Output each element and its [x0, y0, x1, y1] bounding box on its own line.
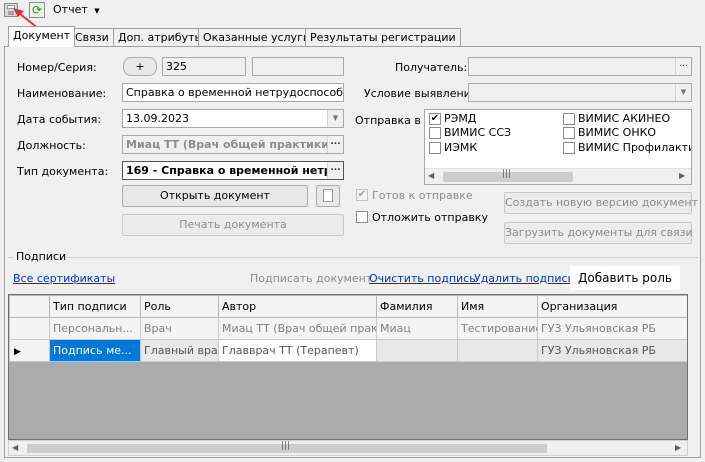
doctype-value: 169 - Справка о временной нетрудоспособн…	[126, 164, 343, 177]
chevron-down-icon[interactable]: ▼	[675, 84, 691, 101]
cell-author[interactable]: Главврач ТТ (Терапевт)	[218, 339, 377, 362]
series-field[interactable]	[252, 57, 344, 76]
row-header-corner	[9, 295, 50, 318]
send-to-label: Отправка в	[355, 114, 421, 127]
document-icon-button[interactable]	[316, 185, 340, 207]
ready-to-send-checkbox[interactable]: ✔	[356, 189, 368, 201]
column-header[interactable]: Роль	[140, 295, 219, 318]
doctype-label: Тип документа:	[17, 165, 109, 178]
checkbox-vimis-ssz[interactable]	[429, 127, 441, 139]
ellipsis-icon[interactable]: ...	[327, 162, 343, 179]
number-label: Номер/Серия:	[17, 61, 97, 74]
add-role-button[interactable]: Добавить роль	[570, 266, 680, 290]
open-document-button[interactable]: Открыть документ	[122, 185, 308, 207]
condition-label: Условие выявления:	[364, 87, 482, 100]
send-target-label: РЭМД	[444, 112, 477, 125]
cell-surname[interactable]	[376, 339, 458, 362]
checkbox-vimis-akineo[interactable]	[563, 113, 575, 125]
cell-name[interactable]: Тестирование	[457, 317, 538, 340]
column-header[interactable]: Имя	[457, 295, 538, 318]
column-header[interactable]: Автор	[218, 295, 377, 318]
position-value: Миац ТТ (Врач общей практики (семейный в…	[126, 138, 343, 151]
upload-for-link-button[interactable]: Загрузить документы для связи	[504, 222, 693, 244]
table-row[interactable]: Персональн... Врач Миац ТТ (Врач общей п…	[9, 317, 687, 340]
grid-horizontal-scrollbar[interactable]: ◀ ||| ▶	[8, 440, 688, 456]
create-new-version-button[interactable]: Создать новую версию документ	[504, 192, 698, 214]
cell-name[interactable]	[457, 339, 538, 362]
position-field[interactable]: Миац ТТ (Врач общей практики (семейный в…	[122, 135, 344, 154]
date-value: 13.09.2023	[126, 112, 189, 125]
print-document-button[interactable]: Печать документа	[122, 214, 344, 236]
cell-type[interactable]: Подпись ме...	[49, 339, 141, 362]
cell-role[interactable]: Врач	[140, 317, 219, 340]
cell-type[interactable]: Персональн...	[49, 317, 141, 340]
condition-select[interactable]: ▼	[468, 83, 692, 102]
scroll-left-icon[interactable]: ◀	[12, 443, 18, 452]
cell-surname[interactable]: Миац	[376, 317, 458, 340]
row-header[interactable]: ▶	[9, 339, 50, 362]
number-field[interactable]: 325	[162, 57, 246, 76]
current-row-icon: ▶	[14, 347, 21, 357]
all-certificates-link[interactable]: Все сертификаты	[13, 272, 115, 285]
horizontal-scrollbar[interactable]: ◀ ||| ▶	[425, 168, 691, 184]
recipient-field[interactable]: ...	[468, 57, 692, 76]
checkbox-iemk[interactable]	[429, 142, 441, 154]
grip-icon: |||	[281, 441, 291, 451]
postpone-send-checkbox[interactable]	[356, 211, 368, 223]
send-target-label: ВИМИС Профилактика	[578, 141, 691, 154]
scroll-right-icon[interactable]: ▶	[679, 171, 685, 180]
send-target-label: ВИМИС ОНКО	[578, 126, 657, 139]
signatures-grid: Тип подписи Роль Автор Фамилия Имя Орган…	[8, 294, 688, 440]
checkbox-remd[interactable]: ✔	[429, 113, 441, 125]
date-field[interactable]: 13.09.2023 ▼	[122, 109, 344, 128]
cell-org[interactable]: ГУЗ Ульяновская РБ	[537, 317, 687, 340]
checkbox-vimis-onko[interactable]	[563, 127, 575, 139]
date-label: Дата события:	[17, 113, 102, 126]
document-icon	[323, 189, 333, 202]
table-header-row: Тип подписи Роль Автор Фамилия Имя Орган…	[9, 295, 687, 318]
cell-role[interactable]: Главный врач	[140, 339, 219, 362]
column-header[interactable]: Фамилия	[376, 295, 458, 318]
ellipsis-icon[interactable]: ...	[675, 58, 691, 75]
column-header[interactable]: Тип подписи	[49, 295, 141, 318]
send-target-label: ВИМИС ССЗ	[444, 126, 512, 139]
cell-author[interactable]: Миац ТТ (Врач общей практ...	[218, 317, 377, 340]
clear-signature-link[interactable]: Очистить подпись	[369, 272, 476, 285]
position-label: Должность:	[17, 139, 86, 152]
ready-to-send-label: Готов к отправке	[372, 189, 473, 202]
doctype-field[interactable]: 169 - Справка о временной нетрудоспособн…	[122, 161, 344, 180]
signatures-table: Тип подписи Роль Автор Фамилия Имя Орган…	[9, 295, 687, 362]
column-header[interactable]: Организация	[537, 295, 687, 318]
send-targets-list[interactable]: ✔ РЭМД ВИМИС АКИНЕО ВИМИС ССЗ ВИМИС ОНКО…	[424, 109, 692, 185]
add-number-button[interactable]: +	[123, 57, 157, 76]
postpone-send-label: Отложить отправку	[372, 211, 488, 224]
row-header[interactable]	[9, 317, 50, 340]
signatures-group-label: Подписи	[14, 250, 69, 263]
scroll-left-icon[interactable]: ◀	[428, 171, 434, 180]
checkbox-vimis-profilaktika[interactable]	[563, 142, 575, 154]
table-row[interactable]: ▶ Подпись ме... Главный врач Главврач ТТ…	[9, 339, 687, 362]
send-target-label: ВИМИС АКИНЕО	[578, 112, 671, 125]
chevron-down-icon[interactable]: ▼	[327, 110, 343, 127]
grip-icon: |||	[502, 169, 512, 179]
name-field[interactable]: Справка о временной нетрудоспособности	[122, 83, 344, 102]
ellipsis-icon[interactable]: ...	[327, 136, 343, 153]
sign-document-link[interactable]: Подписать документ	[250, 272, 372, 285]
send-target-label: ИЭМК	[444, 141, 478, 154]
scroll-right-icon[interactable]: ▶	[675, 443, 681, 452]
recipient-label: Получатель:	[395, 61, 468, 74]
cell-org[interactable]: ГУЗ Ульяновская РБ	[537, 339, 687, 362]
delete-signature-link[interactable]: Удалить подпись	[474, 272, 574, 285]
name-label: Наименование:	[17, 87, 107, 100]
